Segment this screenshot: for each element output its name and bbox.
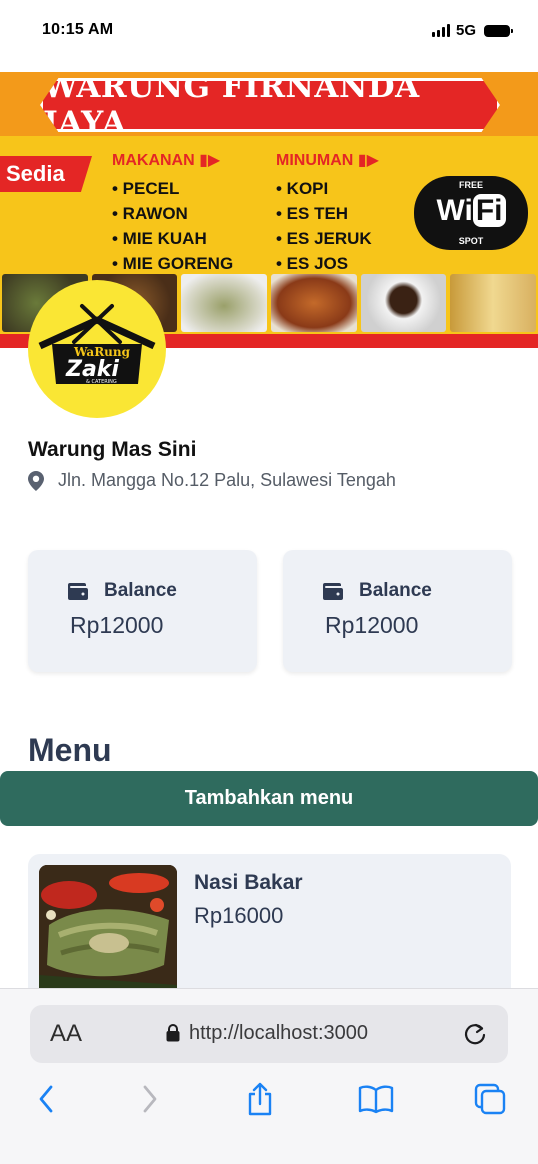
status-time: 10:15 AM [42, 21, 114, 38]
chevron-right-icon [143, 1085, 157, 1113]
balance-card-header: Balance [68, 580, 177, 602]
place-address: Jln. Mangga No.12 Palu, Sulawesi Tengah [28, 470, 396, 491]
banner-food-item: • MIE KUAH [112, 229, 207, 248]
menu-item-name: Nasi Bakar [194, 871, 303, 894]
restaurant-logo: WaRung Zaki & CATERING [28, 280, 166, 418]
tabs-button[interactable] [470, 1079, 510, 1119]
banner-food-column: MAKANAN ▮▶ • PECEL • RAWON • MIE KUAH • … [112, 150, 233, 276]
banner-food-item: • MIE GORENG [112, 254, 234, 273]
menu-item-price: Rp16000 [194, 903, 284, 928]
balance-card: Balance Rp12000 [283, 550, 512, 672]
logo-artwork: WaRung Zaki & CATERING [38, 304, 156, 385]
share-icon [248, 1082, 272, 1116]
food-photo [450, 274, 537, 332]
banner-drink-heading: MINUMAN ▮▶ [276, 152, 379, 169]
menu-heading: Menu [28, 732, 112, 768]
address-bar[interactable]: AA http://localhost:3000 [30, 1005, 508, 1063]
signal-icon [431, 24, 450, 37]
text-size-icon[interactable]: AA [50, 1020, 82, 1048]
add-menu-button[interactable]: Tambahkan menu [0, 771, 538, 826]
wallet-icon [323, 582, 343, 600]
lock-icon [166, 1024, 180, 1042]
wallet-icon [68, 582, 88, 600]
balance-value: Rp12000 [70, 612, 164, 638]
banner-title-text: WARUNG FIRNANDA JAYA [43, 72, 420, 141]
menu-item-photo [39, 865, 177, 1004]
banner-food-item: • RAWON [112, 204, 188, 223]
network-label: 5G [455, 22, 476, 39]
wifi-main-text: Wi Fi [414, 194, 528, 228]
banner-drink-column: MINUMAN ▮▶ • KOPI • ES TEH • ES JERUK • … [276, 150, 379, 276]
nasi-bakar-photo [39, 865, 177, 1004]
banner-tag: Sedia [0, 156, 92, 192]
share-button[interactable] [240, 1079, 280, 1119]
banner-drink-item: • ES JERUK [276, 229, 372, 248]
address-text: Jln. Mangga No.12 Palu, Sulawesi Tengah [58, 470, 396, 490]
reload-icon[interactable] [462, 1021, 488, 1047]
banner-food-item: • PECEL [112, 179, 180, 198]
battery-icon [484, 24, 513, 37]
banner-drink-item: • ES JOS [276, 254, 349, 273]
forward-button[interactable] [130, 1079, 170, 1119]
balance-card-header: Balance [323, 580, 432, 602]
food-photo [271, 274, 357, 332]
menu-item-card[interactable]: Nasi Bakar Rp16000 [28, 854, 511, 1004]
banner-food-heading: MAKANAN ▮▶ [112, 152, 221, 169]
chevron-left-icon [39, 1085, 53, 1113]
tabs-icon [474, 1083, 506, 1115]
balance-label: Balance [359, 580, 432, 601]
status-indicators: 5G [431, 22, 513, 39]
status-bar: 10:15 AM 5G [0, 0, 538, 62]
book-icon [358, 1085, 394, 1114]
browser-toolbar: AA http://localhost:3000 [0, 988, 538, 1164]
bookmarks-button[interactable] [356, 1079, 396, 1119]
balance-value: Rp12000 [325, 612, 419, 638]
banner-title: WARUNG FIRNANDA JAYA [40, 78, 500, 132]
back-button[interactable] [26, 1079, 66, 1119]
map-pin-icon [28, 470, 44, 491]
food-photo [181, 274, 268, 332]
balance-card: Balance Rp12000 [28, 550, 257, 672]
banner-drink-item: • KOPI [276, 179, 329, 198]
balance-label: Balance [104, 580, 177, 601]
url-text: http://localhost:3000 [189, 1022, 369, 1044]
wifi-badge: FREE Wi Fi SPOT [414, 176, 528, 250]
food-photo [360, 274, 447, 332]
wifi-bottom-text: SPOT [458, 236, 484, 246]
place-name: Warung Mas Sini [28, 438, 197, 461]
logo-line3: & CATERING [86, 379, 117, 385]
browser-nav-row [0, 1079, 538, 1119]
banner-drink-item: • ES TEH [276, 204, 349, 223]
wifi-top-text: FREE [458, 180, 483, 190]
